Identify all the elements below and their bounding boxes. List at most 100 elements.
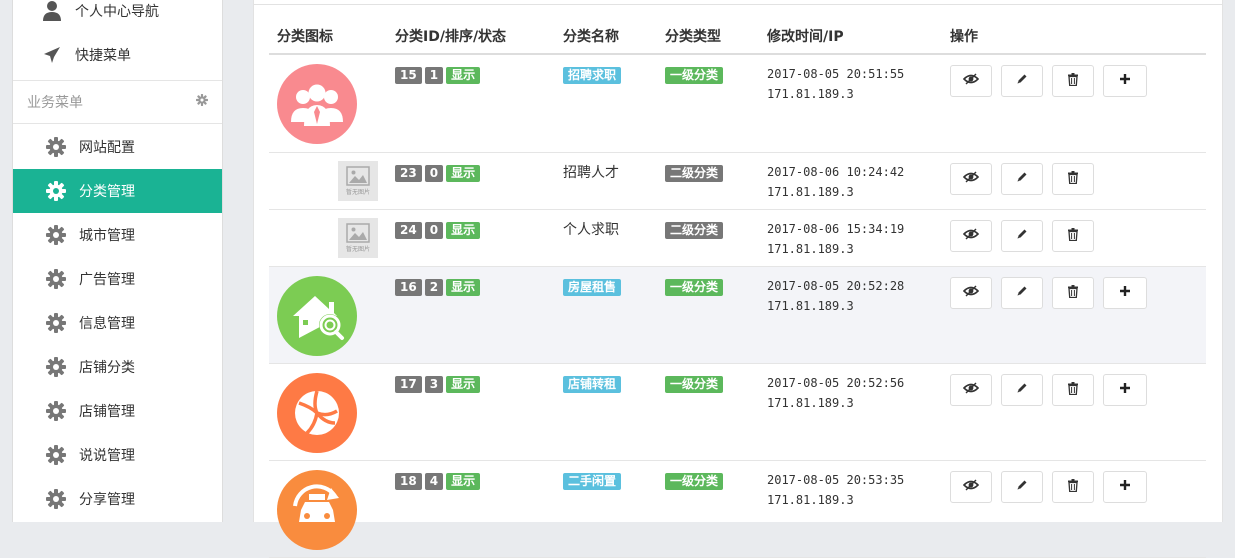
modified-ip: 171.81.189.3 (767, 396, 854, 410)
gear-icon (45, 400, 67, 422)
no-image-placeholder: 暂无图片 (338, 161, 378, 201)
type-cell: 一级分类 (665, 279, 726, 296)
id-badge: 16 (395, 279, 422, 296)
modified-ip: 171.81.189.3 (767, 87, 854, 101)
sidebar-section-business: 业务菜单 (13, 80, 222, 124)
id-badge: 15 (395, 67, 422, 84)
category-type-badge: 一级分类 (665, 67, 724, 84)
toggle-visibility-button[interactable] (950, 471, 992, 503)
type-cell: 一级分类 (665, 67, 726, 84)
sidebar-item-label: 快捷菜单 (75, 48, 131, 64)
modified-ip: 171.81.189.3 (767, 185, 854, 199)
gear-icon (45, 444, 67, 466)
delete-button[interactable] (1052, 163, 1094, 195)
toggle-visibility-button[interactable] (950, 220, 992, 252)
name-cell: 招聘求职 (563, 67, 624, 84)
trash-icon (1067, 284, 1079, 302)
edit-button[interactable] (1001, 220, 1043, 252)
status-badge[interactable]: 显示 (446, 376, 481, 393)
plus-icon (1119, 285, 1131, 301)
id-sort-status: 17 3 显示 (395, 376, 483, 393)
sidebar: 个人中心导航 快捷菜单 业务菜单 网站配置 分类管理 城市管理广告管理信息管理店铺分… (0, 0, 223, 522)
modified-time: 2017-08-05 20:52:28 (767, 279, 905, 293)
table-row: 15 1 显示 招聘求职 一级分类 2017-08-05 20:51:55 171.81.1… (269, 55, 1206, 153)
status-badge[interactable]: 显示 (446, 165, 481, 182)
sidebar-item-label: 店铺分类 (79, 360, 135, 376)
sidebar-item-6[interactable]: 店铺分类 (13, 345, 222, 389)
gear-icon (45, 180, 67, 202)
edit-button[interactable] (1001, 65, 1043, 97)
edit-button[interactable] (1001, 374, 1043, 406)
delete-button[interactable] (1052, 65, 1094, 97)
delete-button[interactable] (1052, 220, 1094, 252)
add-subcategory-button[interactable] (1103, 374, 1147, 406)
toggle-visibility-button[interactable] (950, 277, 992, 309)
car-exchange-icon (277, 470, 357, 554)
edit-button[interactable] (1001, 163, 1043, 195)
recruit-icon (277, 64, 357, 148)
add-subcategory-button[interactable] (1103, 65, 1147, 97)
category-type-badge: 二级分类 (665, 165, 724, 182)
time-ip-cell: 2017-08-06 10:24:42 171.81.189.3 (767, 162, 904, 202)
sidebar-item-1[interactable]: 网站配置 (13, 125, 222, 169)
toggle-visibility-button[interactable] (950, 374, 992, 406)
col-header-icon: 分类图标 (277, 29, 333, 45)
table-row: 暂无图片 24 0 显示 个人求职 二级分类 2017-08-06 15:34:19 171.… (269, 210, 1206, 267)
add-subcategory-button[interactable] (1103, 471, 1147, 503)
sidebar-item-8[interactable]: 说说管理 (13, 433, 222, 477)
status-badge[interactable]: 显示 (446, 279, 481, 296)
eye-slash-icon (962, 171, 980, 187)
sidebar-item-label: 广告管理 (79, 272, 135, 288)
sidebar-edge (0, 0, 13, 522)
edit-button[interactable] (1001, 277, 1043, 309)
trash-icon (1067, 170, 1079, 188)
sidebar-item-label: 个人中心导航 (75, 4, 159, 20)
gear-icon (45, 356, 67, 378)
trash-icon (1067, 478, 1079, 496)
sidebar-item-9[interactable]: 分享管理 (13, 477, 222, 521)
delete-button[interactable] (1052, 374, 1094, 406)
name-cell: 店铺转租 (563, 376, 624, 393)
status-badge[interactable]: 显示 (446, 473, 481, 490)
gear-icon[interactable] (196, 94, 208, 110)
eye-slash-icon (962, 228, 980, 244)
sidebar-item-5[interactable]: 信息管理 (13, 301, 222, 345)
pencil-icon (1016, 171, 1028, 187)
no-image-placeholder: 暂无图片 (338, 218, 378, 258)
category-type-badge: 一级分类 (665, 279, 724, 296)
no-image-caption: 暂无图片 (345, 246, 370, 253)
time-ip-cell: 2017-08-05 20:52:28 171.81.189.3 (767, 276, 904, 316)
delete-button[interactable] (1052, 277, 1094, 309)
table-row: 暂无图片 23 0 显示 招聘人才 二级分类 2017-08-06 10:24:42 171.… (269, 153, 1206, 210)
sidebar-item-4[interactable]: 广告管理 (13, 257, 222, 301)
trash-icon (1067, 72, 1079, 90)
status-badge[interactable]: 显示 (446, 67, 481, 84)
status-badge[interactable]: 显示 (446, 222, 481, 239)
sidebar-item-personal-center[interactable]: 个人中心导航 (13, 0, 222, 33)
col-header-time: 修改时间/IP (767, 29, 844, 45)
sidebar-item-2[interactable]: 分类管理 (13, 169, 222, 213)
plus-icon (1119, 73, 1131, 89)
modified-time: 2017-08-06 15:34:19 (767, 222, 905, 236)
add-subcategory-button[interactable] (1103, 277, 1147, 309)
category-type-badge: 一级分类 (665, 473, 724, 490)
sort-badge: 1 (424, 67, 444, 84)
category-name-badge: 店铺转租 (563, 376, 622, 393)
toggle-visibility-button[interactable] (950, 163, 992, 195)
id-badge: 18 (395, 473, 422, 490)
edit-button[interactable] (1001, 471, 1043, 503)
sort-badge: 4 (424, 473, 444, 490)
toggle-visibility-button[interactable] (950, 65, 992, 97)
section-label: 业务菜单 (27, 95, 83, 111)
delete-button[interactable] (1052, 471, 1094, 503)
sidebar-item-quick-menu[interactable]: 快捷菜单 (13, 33, 222, 77)
house-search-icon (277, 276, 357, 360)
sidebar-item-label: 分享管理 (79, 492, 135, 508)
modified-time: 2017-08-06 10:24:42 (767, 165, 905, 179)
no-image-caption: 暂无图片 (345, 189, 370, 196)
sidebar-item-7[interactable]: 店铺管理 (13, 389, 222, 433)
id-badge: 24 (395, 222, 422, 239)
id-sort-status: 16 2 显示 (395, 279, 483, 296)
time-ip-cell: 2017-08-05 20:52:56 171.81.189.3 (767, 373, 904, 413)
sidebar-item-3[interactable]: 城市管理 (13, 213, 222, 257)
